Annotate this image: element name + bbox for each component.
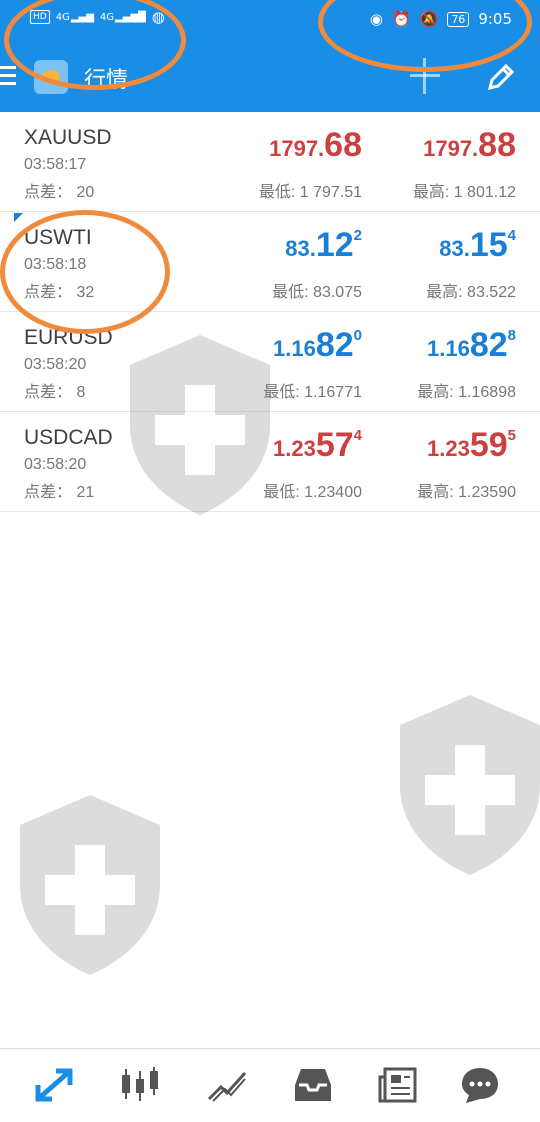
spread-value: 点差： 8	[24, 384, 86, 401]
shield-watermark	[400, 695, 540, 875]
quotes-icon[interactable]	[32, 1065, 76, 1105]
history-icon[interactable]	[291, 1065, 335, 1105]
high-value: 最高: 1.16898	[417, 384, 516, 401]
quote-time: 03:58:20	[24, 356, 87, 373]
bid-price: 1.16820	[273, 326, 362, 364]
ask-price: 1.16828	[427, 326, 516, 364]
quote-row-xauusd[interactable]: XAUUSD 03:58:17 点差： 20 1797.68 1797.88 最…	[0, 112, 540, 212]
menu-icon[interactable]	[0, 66, 18, 86]
edit-icon[interactable]	[484, 60, 518, 94]
selected-marker	[14, 213, 23, 222]
annotation-circle	[0, 210, 170, 334]
shield-watermark	[20, 795, 160, 975]
bottom-nav	[0, 1048, 540, 1122]
bid-price: 1797.68	[269, 126, 362, 164]
chart-icon[interactable]	[118, 1065, 162, 1105]
high-value: 最高: 1.23590	[417, 484, 516, 501]
quote-time: 03:58:17	[24, 156, 87, 173]
bid-price: 1.23574	[273, 426, 362, 464]
news-icon[interactable]	[377, 1065, 421, 1105]
low-value: 最低: 1 797.51	[258, 184, 362, 201]
shield-watermark	[130, 335, 270, 515]
quote-time: 03:58:20	[24, 456, 87, 473]
symbol-name: USDCAD	[24, 426, 113, 449]
high-value: 最高: 1 801.12	[412, 184, 516, 201]
high-value: 最高: 83.522	[426, 284, 516, 301]
spread-value: 点差： 21	[24, 484, 95, 501]
bid-price: 83.122	[285, 226, 362, 264]
low-value: 最低: 83.075	[272, 284, 362, 301]
spread-value: 点差： 20	[24, 184, 95, 201]
symbol-name: XAUUSD	[24, 126, 112, 149]
ask-price: 1797.88	[423, 126, 516, 164]
ask-price: 1.23595	[427, 426, 516, 464]
trade-icon[interactable]	[205, 1065, 249, 1105]
chat-icon[interactable]	[458, 1065, 502, 1105]
ask-price: 83.154	[439, 226, 516, 264]
